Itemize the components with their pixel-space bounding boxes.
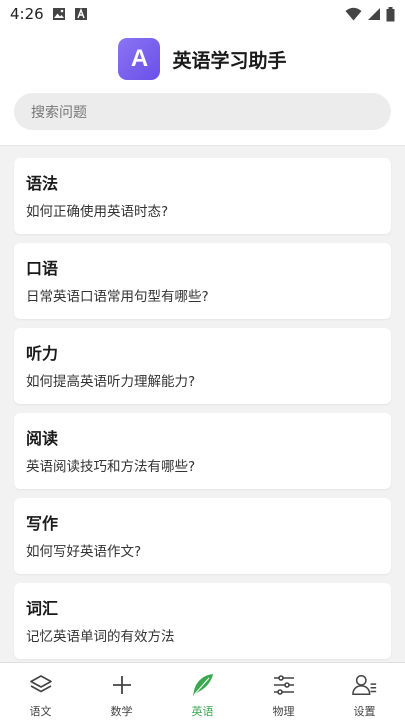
topic-question: 如何提高英语听力理解能力?: [26, 374, 196, 390]
topic-card-reading[interactable]: 阅读 英语阅读技巧和方法有哪些?: [14, 413, 391, 489]
app-title: 英语学习助手: [172, 49, 287, 72]
nav-item-english[interactable]: 英语: [162, 663, 243, 720]
status-bar: 4:26: [0, 0, 405, 28]
topic-question: 如何写好英语作文?: [26, 544, 142, 560]
topic-title: 词汇: [26, 599, 59, 618]
layers-icon: [28, 672, 54, 698]
nav-label: 数学: [110, 705, 133, 718]
status-time: 4:26: [10, 5, 44, 23]
search-input[interactable]: 搜索问题: [14, 93, 391, 130]
topic-title: 听力: [26, 344, 59, 363]
nav-item-settings[interactable]: 设置: [324, 663, 405, 720]
topic-question: 英语阅读技巧和方法有哪些?: [26, 459, 196, 475]
nav-label: 设置: [353, 705, 376, 718]
topic-card-speaking[interactable]: 口语 日常英语口语常用句型有哪些?: [14, 243, 391, 319]
wifi-icon: [345, 7, 362, 21]
nav-label: 语文: [29, 705, 52, 718]
user-settings-icon: [351, 672, 378, 698]
header: A 英语学习助手 搜索问题: [0, 28, 405, 146]
topic-card-listening[interactable]: 听力 如何提高英语听力理解能力?: [14, 328, 391, 404]
nav-label: 物理: [272, 705, 295, 718]
topic-card-grammar[interactable]: 语法 如何正确使用英语时态?: [14, 158, 391, 234]
topic-title: 口语: [26, 259, 59, 278]
topic-question: 记忆英语单词的有效方法: [26, 629, 175, 645]
topic-question: 如何正确使用英语时态?: [26, 204, 169, 220]
topic-card-vocabulary[interactable]: 词汇 记忆英语单词的有效方法: [14, 583, 391, 659]
bottom-nav: 语文 数学 英语 物理 设置: [0, 662, 405, 720]
brand: A 英语学习助手: [0, 38, 405, 80]
nav-item-chinese[interactable]: 语文: [0, 663, 81, 720]
topic-title: 语法: [26, 174, 59, 193]
topic-question: 日常英语口语常用句型有哪些?: [26, 289, 209, 305]
topic-title: 阅读: [26, 429, 59, 448]
feather-icon: [190, 672, 216, 698]
nav-item-math[interactable]: 数学: [81, 663, 162, 720]
app-logo: A: [118, 38, 161, 80]
plus-icon: [109, 672, 135, 698]
search-placeholder: 搜索问题: [31, 104, 87, 121]
topic-list: 语法 如何正确使用英语时态? 口语 日常英语口语常用句型有哪些? 听力 如何提高…: [14, 158, 391, 659]
app-notification-icon: [74, 7, 88, 21]
battery-icon: [386, 6, 395, 22]
image-notification-icon: [52, 7, 66, 21]
sliders-icon: [271, 672, 297, 698]
topic-card-writing[interactable]: 写作 如何写好英语作文?: [14, 498, 391, 574]
signal-icon: [367, 7, 381, 21]
nav-item-physics[interactable]: 物理: [243, 663, 324, 720]
nav-label: 英语: [191, 705, 214, 718]
topic-title: 写作: [26, 514, 59, 533]
